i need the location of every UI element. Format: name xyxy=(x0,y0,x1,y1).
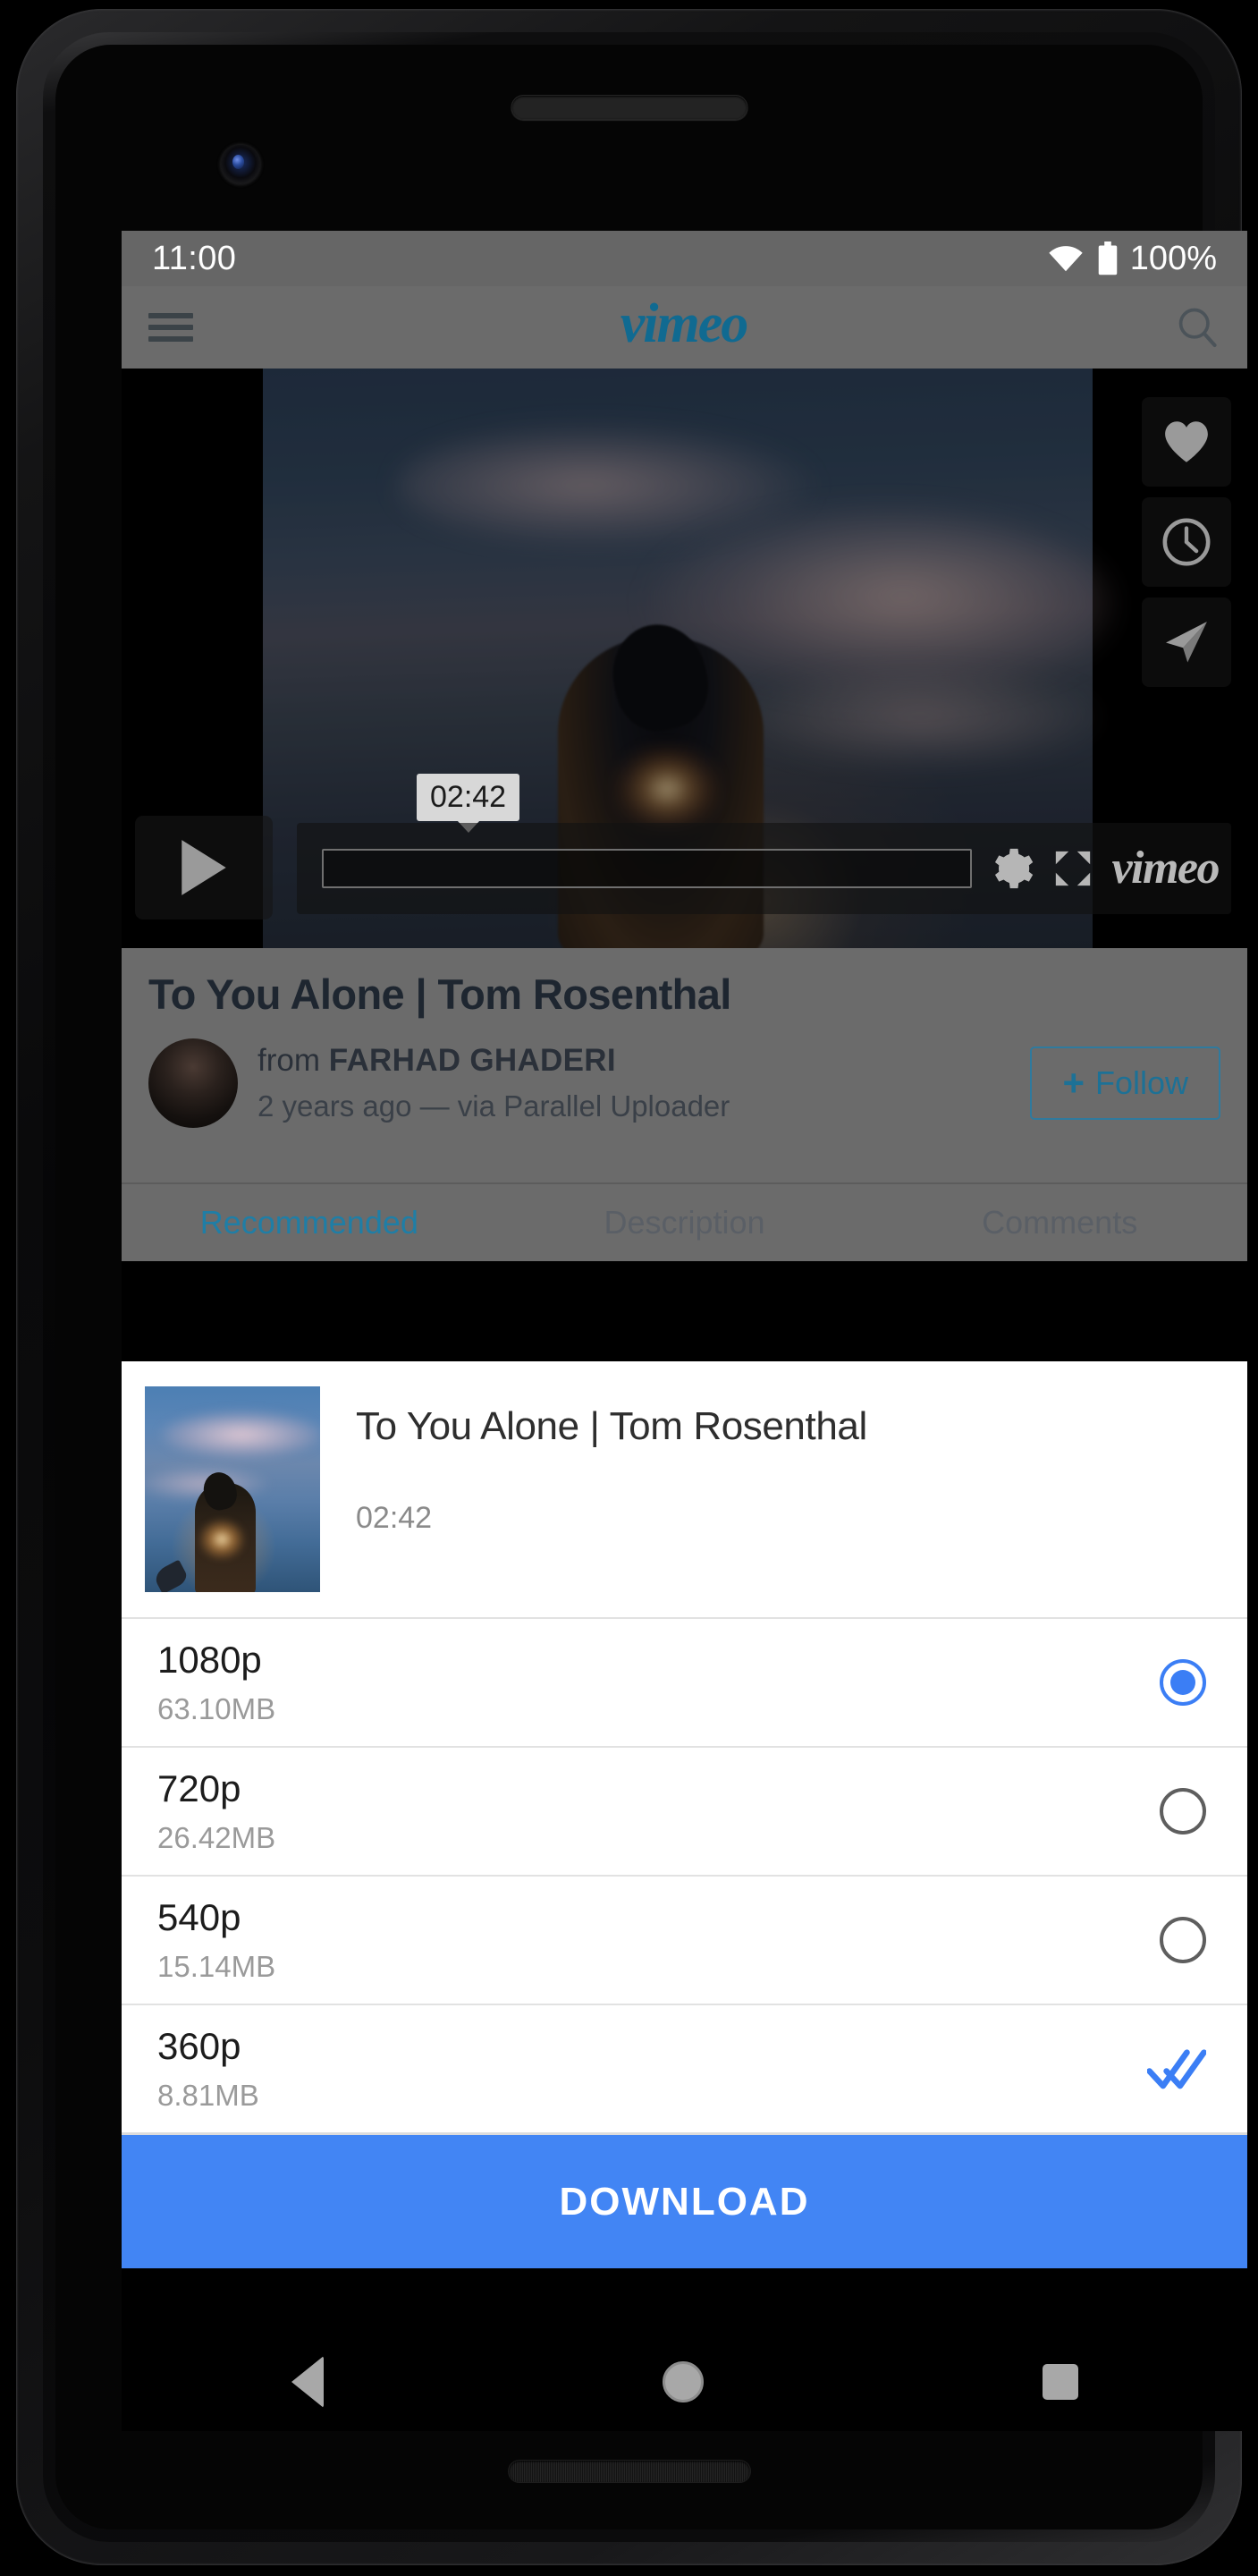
phone-screen: 11:00 100% vimeo 02:42 vimeo To You Alon… xyxy=(122,231,1247,2431)
quality-option-720p[interactable]: 720p 26.42MB xyxy=(122,1746,1247,1875)
radio-button-selected[interactable] xyxy=(1160,1659,1206,1706)
heart-icon xyxy=(1165,421,1208,462)
quality-label: 360p xyxy=(157,2025,241,2067)
progress-bar[interactable] xyxy=(322,849,973,888)
status-time: 11:00 xyxy=(152,239,237,277)
from-prefix: from xyxy=(258,1043,329,1078)
video-author-row: from FARHAD GHADERI 2 years ago — via Pa… xyxy=(148,1038,1220,1128)
thumb-cloud xyxy=(161,1411,320,1458)
quality-size: 63.10MB xyxy=(157,1692,276,1725)
battery-full-icon xyxy=(1098,242,1118,275)
battery-percent: 100% xyxy=(1129,239,1217,277)
hamburger-menu-icon[interactable] xyxy=(148,309,193,345)
back-triangle-icon[interactable] xyxy=(291,2356,324,2408)
download-button[interactable]: DOWNLOAD xyxy=(122,2132,1247,2268)
video-title: To You Alone | Tom Rosenthal xyxy=(148,970,731,1018)
quality-option-360p[interactable]: 360p 8.81MB xyxy=(122,2004,1247,2132)
paper-plane-icon xyxy=(1166,622,1207,663)
clock-icon xyxy=(1162,518,1211,566)
front-camera-icon xyxy=(221,145,260,184)
dialog-header-text: To You Alone | Tom Rosenthal 02:42 xyxy=(356,1386,1247,1536)
plus-icon: + xyxy=(1062,1062,1085,1105)
author-name[interactable]: FARHAD GHADERI xyxy=(329,1043,616,1078)
player-vimeo-logo: vimeo xyxy=(1111,843,1220,894)
follow-button[interactable]: + Follow xyxy=(1030,1046,1220,1120)
quality-option-540p[interactable]: 540p 15.14MB xyxy=(122,1875,1247,2004)
phone-glass: 11:00 100% vimeo 02:42 vimeo To You Alon… xyxy=(55,45,1247,2529)
thumb-glow xyxy=(198,1519,245,1560)
status-indicators: 100% xyxy=(1046,240,1217,278)
recents-square-icon[interactable] xyxy=(1042,2364,1078,2400)
search-icon[interactable] xyxy=(1174,304,1220,351)
video-player[interactable]: 02:42 vimeo xyxy=(122,369,1247,948)
phone-body: 11:00 100% vimeo 02:42 vimeo To You Alon… xyxy=(16,9,1247,2565)
content-tabs: Recommended Description Comments xyxy=(122,1182,1247,1261)
play-icon xyxy=(182,840,226,895)
quality-label: 540p xyxy=(157,1896,241,1938)
wifi-icon xyxy=(1049,246,1083,272)
quality-size: 15.14MB xyxy=(157,1950,276,1983)
share-button[interactable] xyxy=(1142,597,1231,687)
double-check-icon xyxy=(1147,2049,1206,2089)
watch-later-button[interactable] xyxy=(1142,497,1231,587)
tab-recommended[interactable]: Recommended xyxy=(122,1204,497,1241)
video-info-section: To You Alone | Tom Rosenthal from FARHAD… xyxy=(122,948,1247,1182)
home-circle-icon[interactable] xyxy=(662,2361,704,2402)
follow-label: Follow xyxy=(1094,1064,1188,1101)
tab-description[interactable]: Description xyxy=(497,1204,873,1241)
app-bar: vimeo xyxy=(122,286,1247,369)
quality-size: 8.81MB xyxy=(157,2079,259,2112)
quality-label: 720p xyxy=(157,1767,241,1809)
bottom-speaker-icon xyxy=(507,2460,751,2483)
video-meta: 2 years ago — via Parallel Uploader xyxy=(258,1089,730,1123)
earpiece-speaker-icon xyxy=(511,95,747,120)
time-tooltip: 02:42 xyxy=(417,774,520,821)
dialog-video-duration: 02:42 xyxy=(356,1501,433,1535)
quality-size: 26.42MB xyxy=(157,1821,276,1854)
dialog-video-title: To You Alone | Tom Rosenthal xyxy=(356,1404,867,1448)
thumb-hand xyxy=(151,1559,190,1592)
quality-text: 720p 26.42MB xyxy=(157,1767,275,1855)
video-author-line: from FARHAD GHADERI xyxy=(258,1043,1030,1079)
fullscreen-icon[interactable] xyxy=(1052,848,1093,889)
radio-button[interactable] xyxy=(1160,1788,1206,1835)
like-button[interactable] xyxy=(1142,397,1231,487)
quality-text: 360p 8.81MB xyxy=(157,2025,259,2113)
android-nav-bar xyxy=(122,2333,1247,2431)
status-bar: 11:00 100% xyxy=(122,231,1247,286)
video-author-text: from FARHAD GHADERI 2 years ago — via Pa… xyxy=(258,1043,1030,1123)
video-thumbnail xyxy=(145,1386,320,1592)
quality-text: 540p 15.14MB xyxy=(157,1896,275,1984)
player-control-bar: vimeo xyxy=(297,823,1231,914)
download-dialog: To You Alone | Tom Rosenthal 02:42 1080p… xyxy=(122,1361,1247,2268)
dialog-header: To You Alone | Tom Rosenthal 02:42 xyxy=(122,1361,1247,1617)
gear-icon[interactable] xyxy=(990,846,1034,891)
avatar[interactable] xyxy=(148,1038,238,1128)
quality-option-1080p[interactable]: 1080p 63.10MB xyxy=(122,1617,1247,1746)
vimeo-logo: vimeo xyxy=(620,293,748,354)
quality-text: 1080p 63.10MB xyxy=(157,1639,275,1726)
player-side-actions xyxy=(1142,397,1231,687)
play-button[interactable] xyxy=(135,816,273,919)
quality-label: 1080p xyxy=(157,1639,262,1681)
device-frame: 11:00 100% vimeo 02:42 vimeo To You Alon… xyxy=(0,0,1258,2576)
phone-inner-bezel: 11:00 100% vimeo 02:42 vimeo To You Alon… xyxy=(43,32,1247,2542)
tab-comments[interactable]: Comments xyxy=(872,1204,1247,1241)
radio-button[interactable] xyxy=(1160,1917,1206,1963)
